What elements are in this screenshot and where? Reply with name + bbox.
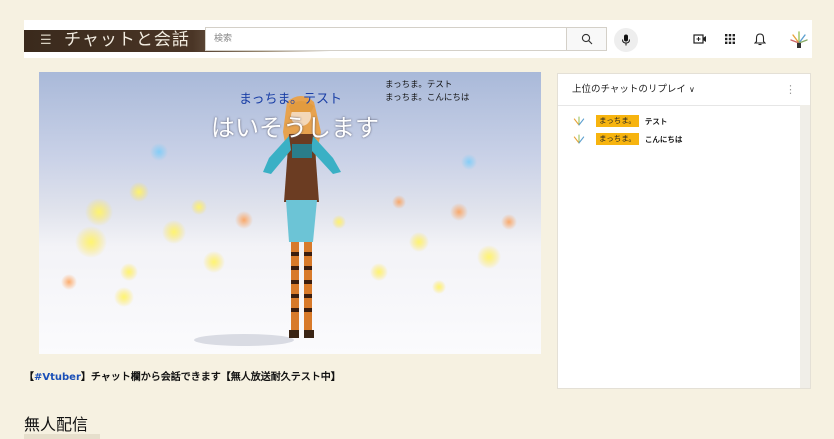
chat-avatar	[573, 116, 585, 126]
overlay-name-text: まっちま。テスト	[239, 92, 342, 107]
search-input[interactable]: 検索	[205, 27, 567, 51]
create-video-icon[interactable]	[692, 31, 708, 47]
notification-bell-icon[interactable]	[752, 31, 768, 47]
search-icon	[581, 33, 592, 45]
hashtag-link[interactable]: #Vtuber	[34, 372, 81, 383]
video-title: 【#Vtuber】チャット欄から会話できます【無人放送耐久テスト中】	[24, 372, 341, 383]
menu-icon[interactable]: ☰	[40, 32, 52, 50]
video-player[interactable]: まっちま。テスト はいそうします まっちま。テスト まっちま。こんにちは	[39, 72, 541, 354]
search-button[interactable]	[567, 27, 607, 51]
chat-message-text: こんにちは	[644, 134, 683, 144]
mic-button[interactable]	[614, 28, 638, 52]
overlay-chat-line: まっちま。こんにちは	[385, 93, 470, 103]
chat-mode-dropdown[interactable]: 上位のチャットのリプレイ ∨	[572, 84, 695, 95]
live-chat-panel: 上位のチャットのリプレイ ∨ ⋮ まっちま。 テスト まっちま。 こんにちは	[557, 73, 811, 389]
avatar[interactable]	[789, 28, 809, 50]
chat-header: 上位のチャットのリプレイ ∨ ⋮	[558, 74, 810, 106]
chat-author-badge[interactable]: まっちま。	[596, 133, 639, 145]
overlay-chat-line: まっちま。テスト	[385, 80, 453, 90]
more-options-icon[interactable]: ⋮	[785, 74, 796, 105]
chat-message: まっちま。 こんにちは	[558, 130, 810, 148]
chevron-down-icon: ∨	[688, 85, 695, 94]
overlay-speech-text: はいそうします	[211, 114, 379, 142]
chat-author-badge[interactable]: まっちま。	[596, 115, 639, 127]
banner-title: チャットと会話	[64, 30, 190, 50]
chat-scrollbar[interactable]	[800, 105, 810, 388]
section-tab-indicator	[24, 434, 100, 439]
chat-message-text: テスト	[644, 116, 668, 126]
chat-avatar	[573, 134, 585, 144]
chat-message: まっちま。 テスト	[558, 112, 810, 130]
apps-grid-icon[interactable]	[722, 31, 738, 47]
mic-icon	[622, 34, 630, 46]
section-title: 無人配信	[24, 415, 89, 434]
